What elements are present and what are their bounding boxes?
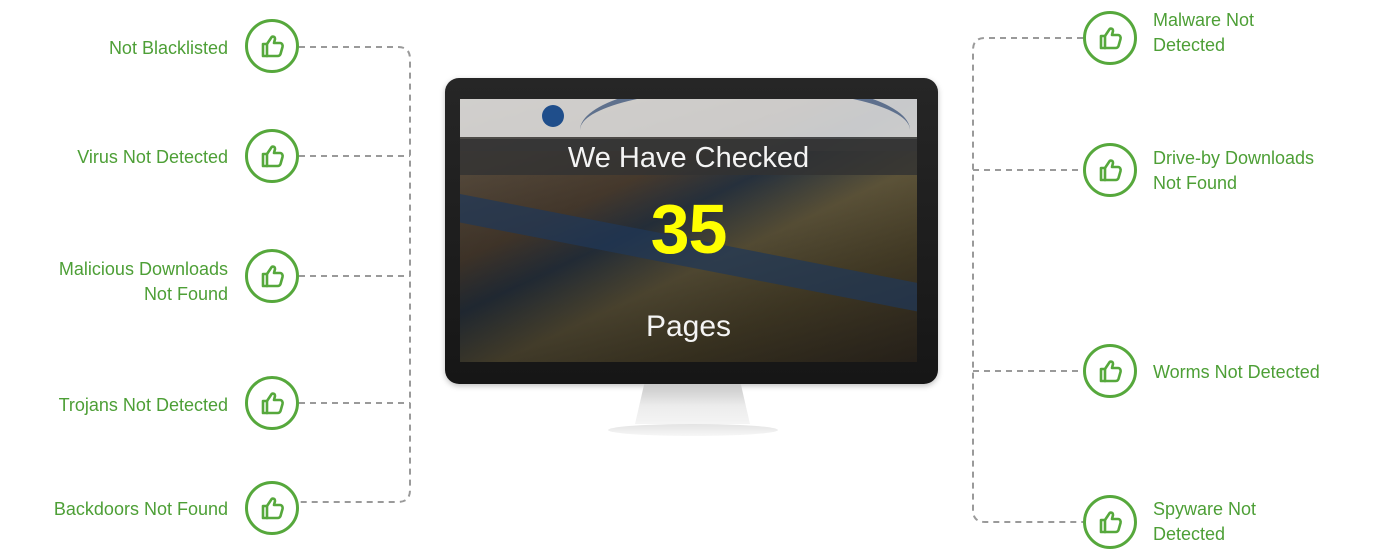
monitor: We Have Checked 35 Pages: [445, 78, 938, 384]
left-item-label: Virus Not Detected: [77, 147, 228, 167]
blurred-site-logo: [542, 105, 564, 127]
left-item-label-line1: Malicious Downloads: [58, 259, 228, 279]
thumbs-up-icon: [245, 129, 299, 183]
left-item-label: Backdoors Not Found: [53, 499, 228, 519]
right-item-label-line2: Detected: [1153, 35, 1226, 55]
pages-unit: Pages: [645, 310, 732, 343]
thumbs-up-icon: [245, 249, 299, 303]
monitor-screen: We Have Checked 35 Pages: [460, 99, 917, 362]
monitor-base: [608, 424, 778, 436]
thumbs-up-icon: [1083, 344, 1137, 398]
right-item-label-line1: Drive-by Downloads: [1153, 148, 1315, 168]
right-item-label: Malware Not Detected: [1153, 8, 1373, 58]
left-item-label: Trojans Not Detected: [58, 395, 228, 415]
right-item-label-line1: Malware Not: [1153, 10, 1255, 30]
right-item-label: Worms Not Detected: [1153, 362, 1320, 382]
right-item-label-line2: Detected: [1153, 524, 1226, 544]
right-item-label: Spyware Not Detected: [1153, 497, 1373, 547]
left-item-label: Not Blacklisted: [108, 38, 228, 58]
thumbs-up-icon: [1083, 11, 1137, 65]
screen-headline: We Have Checked: [567, 142, 810, 174]
left-item-label: Malicious Downloads Not Found: [0, 257, 228, 307]
right-item-label-line1: Spyware Not: [1153, 499, 1257, 519]
monitor-stand: [635, 384, 750, 424]
right-item-label-line2: Not Found: [1153, 173, 1238, 193]
thumbs-up-icon: [245, 481, 299, 535]
thumbs-up-icon: [1083, 495, 1137, 549]
thumbs-up-icon: [1083, 143, 1137, 197]
thumbs-up-icon: [245, 19, 299, 73]
right-item-label: Drive-by Downloads Not Found: [1153, 146, 1373, 196]
left-item-label-line2: Not Found: [143, 284, 228, 304]
thumbs-up-icon: [245, 376, 299, 430]
pages-count: 35: [650, 190, 728, 268]
